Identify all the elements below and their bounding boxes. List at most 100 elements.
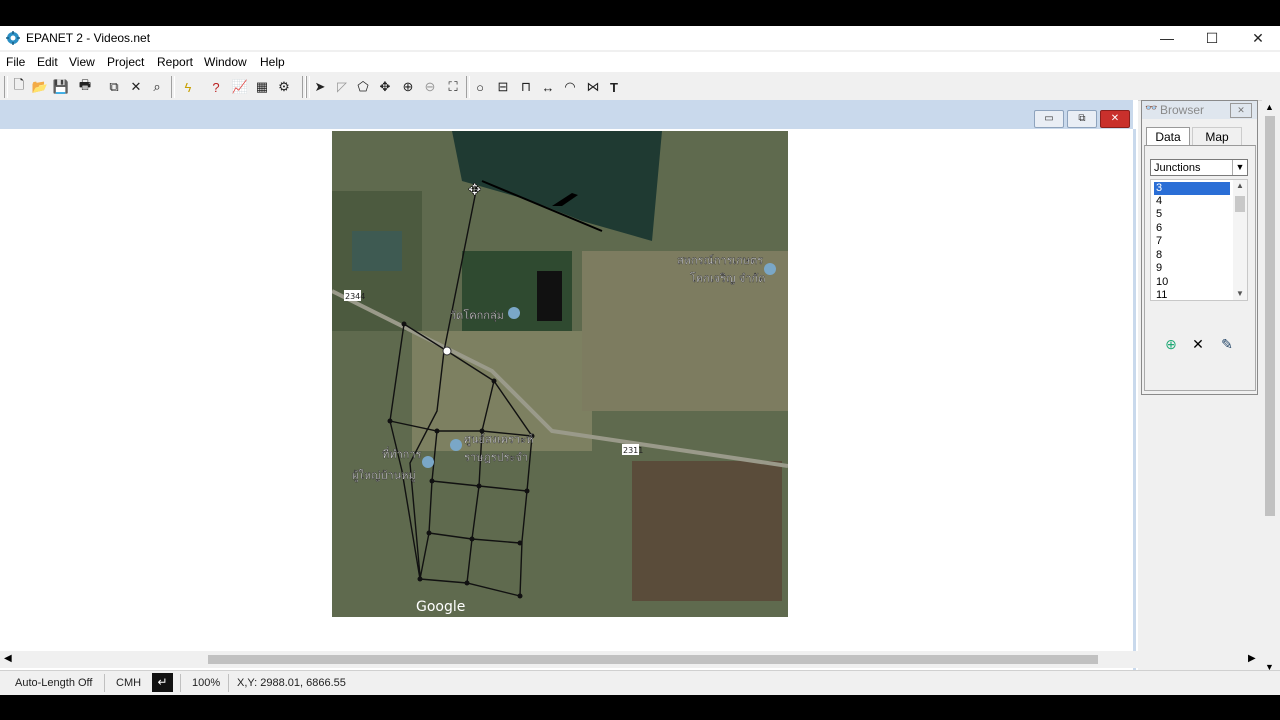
scroll-right-icon[interactable]: ▶ xyxy=(1248,653,1256,664)
browser-caption: 👓 Browser ✕ xyxy=(1142,101,1257,119)
network-map-view[interactable]: สหกรณ์การเกษตร โคกเจริญ จำกัด วัดโคกกลุ่… xyxy=(0,129,1136,675)
browser-panel: 👓 Browser ✕ Data Map Junctions ▼ 3 4 5 6… xyxy=(1141,100,1258,395)
child-minimize-button[interactable]: ▭ xyxy=(1034,110,1064,128)
flow-units-status: CMH xyxy=(116,677,142,689)
menu-view[interactable]: View xyxy=(69,55,95,69)
scroll-left-icon[interactable]: ◀ xyxy=(4,653,12,664)
full-extent-icon[interactable]: ⛶ xyxy=(443,77,463,97)
select-region-icon[interactable]: ⬠ xyxy=(353,77,373,97)
epanet-app-window: EPANET 2 - Videos.net — ☐ ✕ File Edit Vi… xyxy=(0,26,1280,695)
map-label-center-2: ราษฎรประจำ xyxy=(464,451,528,464)
xy-coordinate-status: X,Y: 2988.01, 6866.55 xyxy=(237,677,346,689)
add-junction-icon[interactable]: ○ xyxy=(470,77,490,97)
child-restore-button[interactable]: ⧉ xyxy=(1067,110,1097,128)
list-item[interactable]: 9 xyxy=(1154,262,1230,275)
add-label-icon[interactable]: T xyxy=(604,77,624,97)
hscroll-thumb[interactable] xyxy=(208,655,1098,664)
run-lightning-icon[interactable]: ϟ xyxy=(178,77,198,97)
menu-bar: File Edit View Project Report Window Hel… xyxy=(0,52,1280,72)
list-item[interactable]: 11 xyxy=(1154,289,1230,302)
menu-help[interactable]: Help xyxy=(260,55,285,69)
pan-cursor-icon: ✥ xyxy=(468,182,481,199)
object-category-value: Junctions xyxy=(1154,162,1201,174)
zoom-out-icon[interactable]: ⊖ xyxy=(420,77,440,97)
table-icon[interactable]: ▦ xyxy=(252,77,272,97)
zoom-in-icon[interactable]: ⊕ xyxy=(398,77,418,97)
add-pump-icon[interactable]: ◠ xyxy=(560,77,580,97)
menu-window[interactable]: Window xyxy=(204,55,247,69)
satellite-backdrop-with-network[interactable]: สหกรณ์การเกษตร โคกเจริญ จำกัด วัดโคกกลุ่… xyxy=(332,131,788,617)
child-close-button[interactable]: ✕ xyxy=(1100,110,1130,128)
google-watermark: Google xyxy=(416,599,465,615)
title-bar: EPANET 2 - Videos.net — ☐ ✕ xyxy=(0,26,1280,50)
delete-icon[interactable]: ✕ xyxy=(1189,335,1207,353)
list-scroll-up-icon[interactable]: ▲ xyxy=(1236,181,1244,190)
add-reservoir-icon[interactable]: ⊟ xyxy=(493,77,513,97)
map-label-coop-2: โคกเจริญ จำกัด xyxy=(690,271,765,285)
toolbar: 🗋 📂 💾 🖶 ⧉ ✕ ⌕ ϟ ? 📈 ▦ ⚙ ➤ ◸ ⬠ ✥ ⊕ ⊖ ⛶ ○ … xyxy=(0,74,1280,101)
vertical-scrollbar[interactable]: ▲ ▼ xyxy=(1262,100,1280,677)
epanet-logo-icon xyxy=(6,31,20,45)
list-item[interactable]: 6 xyxy=(1154,222,1230,235)
tab-map[interactable]: Map xyxy=(1192,127,1242,146)
list-scroll-thumb[interactable] xyxy=(1235,196,1245,212)
tab-data[interactable]: Data xyxy=(1146,127,1190,146)
browser-glasses-icon: 👓 xyxy=(1145,103,1158,114)
add-valve-icon[interactable]: ⋈ xyxy=(583,77,603,97)
list-item[interactable]: 10 xyxy=(1154,276,1230,289)
list-scrollbar[interactable]: ▲ ▼ xyxy=(1233,180,1247,300)
map-label-coop: สหกรณ์การเกษตร xyxy=(677,254,763,267)
object-list[interactable]: 3 4 5 6 7 8 9 10 11 ▲ ▼ xyxy=(1150,179,1248,301)
browser-title: Browser xyxy=(1160,103,1205,117)
auto-length-status[interactable]: Auto-Length Off xyxy=(15,674,92,692)
list-item[interactable]: 5 xyxy=(1154,208,1230,221)
zoom-level-status: 100% xyxy=(192,677,221,689)
menu-project[interactable]: Project xyxy=(107,55,144,69)
object-category-select[interactable]: Junctions ▼ xyxy=(1150,159,1248,176)
road-marker-2344: 2344 xyxy=(345,292,365,301)
find-icon[interactable]: ⌕ xyxy=(147,77,167,97)
delete-icon[interactable]: ✕ xyxy=(126,77,146,97)
list-item[interactable]: 7 xyxy=(1154,235,1230,248)
run-status-icon: ↵ xyxy=(152,673,173,692)
add-pipe-icon[interactable]: ↔ xyxy=(538,77,558,97)
list-item[interactable]: 8 xyxy=(1154,249,1230,262)
menu-file[interactable]: File xyxy=(6,55,25,69)
map-label-office: ที่ทำการ xyxy=(382,446,422,461)
graph-icon[interactable]: 📈 xyxy=(230,77,250,97)
new-file-icon[interactable]: 🗋 xyxy=(9,77,29,97)
list-item[interactable]: 4 xyxy=(1154,195,1230,208)
map-label-center: ศูนย์สงเคราะห์ xyxy=(464,433,533,446)
options-icon[interactable]: ⚙ xyxy=(274,77,294,97)
scroll-up-icon[interactable]: ▲ xyxy=(1265,102,1274,112)
select-arrow-icon[interactable]: ➤ xyxy=(310,77,330,97)
add-icon[interactable]: ⊕ xyxy=(1162,335,1180,353)
map-label-temple: วัดโคกกลุ่ม xyxy=(450,308,504,322)
menu-edit[interactable]: Edit xyxy=(37,55,58,69)
open-folder-icon[interactable]: 📂 xyxy=(30,77,50,97)
browser-close-button[interactable]: ✕ xyxy=(1230,103,1252,118)
chevron-down-icon[interactable]: ▼ xyxy=(1232,160,1247,175)
pan-icon[interactable]: ✥ xyxy=(375,77,395,97)
copy-icon[interactable]: ⧉ xyxy=(104,77,124,97)
maximize-button[interactable]: ☐ xyxy=(1189,26,1235,50)
status-bar: Auto-Length Off CMH ↵ 100% X,Y: 2988.01,… xyxy=(0,670,1280,695)
map-window-caption: ▭ ⧉ ✕ xyxy=(0,100,1133,129)
query-icon[interactable]: ? xyxy=(206,77,226,97)
edit-icon[interactable]: ✎ xyxy=(1218,335,1236,353)
add-tank-icon[interactable]: ⊓ xyxy=(516,77,536,97)
window-title: EPANET 2 - Videos.net xyxy=(26,31,151,45)
minimize-button[interactable]: — xyxy=(1144,26,1190,50)
close-button[interactable]: ✕ xyxy=(1235,26,1280,50)
save-icon[interactable]: 💾 xyxy=(51,77,71,97)
menu-report[interactable]: Report xyxy=(157,55,193,69)
map-child-window: ▭ ⧉ ✕ สหกรณ์การเกษตร โคกเจริญ จำกัด วัดโ… xyxy=(0,100,1138,677)
horizontal-scrollbar[interactable]: ◀ ▶ xyxy=(0,651,1262,668)
scroll-thumb[interactable] xyxy=(1265,116,1275,516)
map-label-office-2: ผู้ใหญ่บ้านหมู่ xyxy=(352,469,416,482)
list-item[interactable]: 3 xyxy=(1153,181,1231,196)
road-marker-2311: 2311 xyxy=(623,446,643,455)
select-vertex-icon[interactable]: ◸ xyxy=(332,77,352,97)
print-icon[interactable]: 🖶 xyxy=(75,77,95,97)
list-scroll-down-icon[interactable]: ▼ xyxy=(1236,289,1244,298)
